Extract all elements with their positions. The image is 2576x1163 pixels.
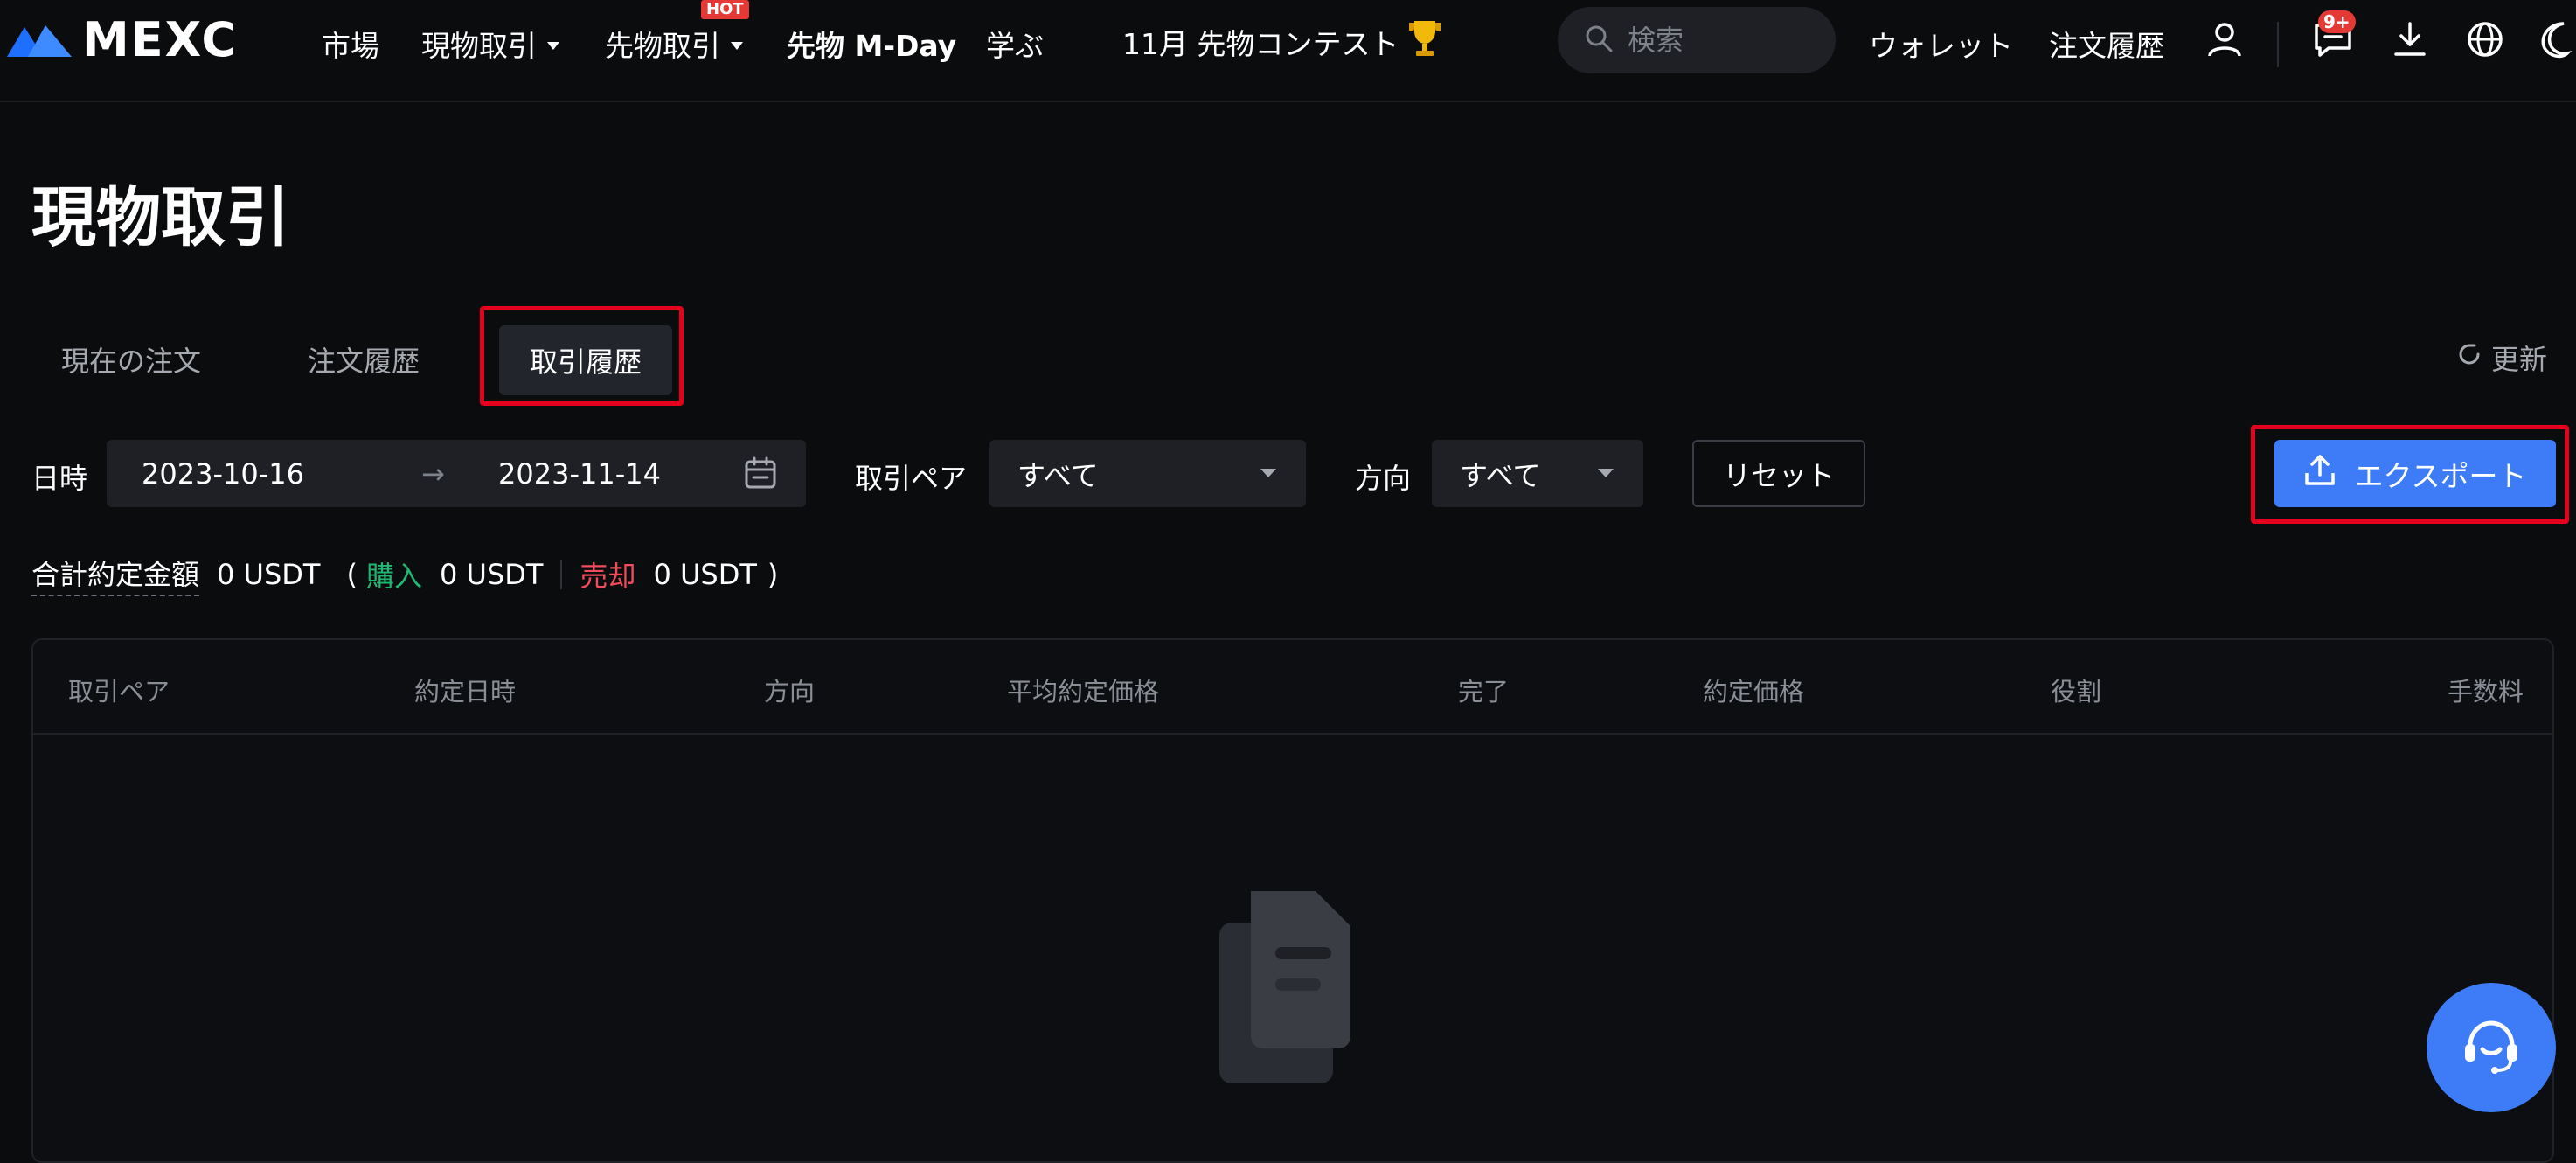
chevron-down-icon: [1598, 469, 1614, 477]
nav-futures-label: 先物取引: [605, 29, 720, 63]
chevron-down-icon: [547, 41, 559, 50]
col-filled: 完了: [1458, 677, 1510, 707]
globe-icon[interactable]: [2463, 17, 2507, 61]
search-icon: [1584, 24, 1614, 57]
brand-name: MEXC: [82, 12, 238, 67]
nav-markets[interactable]: 市場: [322, 23, 379, 65]
summary-sell-label: 売却: [580, 560, 636, 593]
col-price: 約定価格: [1703, 677, 1805, 707]
summary-total: 0 USDT: [217, 558, 321, 591]
date-label: 日時: [31, 462, 88, 495]
table-header: 取引ペア 約定日時 方向 平均約定価格 完了 約定価格 役割 手数料: [33, 640, 2552, 735]
pair-select-value: すべて: [1017, 458, 1099, 492]
hot-badge: HOT: [701, 0, 749, 19]
nav-learn-label: 学ぶ: [986, 29, 1044, 63]
calendar-icon[interactable]: [743, 456, 778, 494]
reset-button[interactable]: リセット: [1692, 440, 1865, 507]
side-label: 方向: [1355, 462, 1412, 495]
order-tabs: 現在の注文 注文履歴 取引履歴: [0, 306, 874, 406]
user-icon[interactable]: [2203, 17, 2246, 61]
summary-divider: [560, 560, 563, 589]
upload-icon: [2303, 454, 2336, 494]
summary-sell-value: 0 USDT: [653, 558, 757, 591]
date-from[interactable]: 2023-10-16: [142, 457, 304, 491]
summary-buy-label: 購入: [365, 560, 422, 593]
nav-spot-label: 現物取引: [421, 29, 537, 63]
brand-logo[interactable]: MEXC: [5, 12, 238, 67]
pair-select[interactable]: すべて: [989, 440, 1306, 507]
date-to[interactable]: 2023-11-14: [498, 457, 661, 491]
export-label: エクスポート: [2354, 458, 2527, 493]
side-select[interactable]: すべて: [1432, 440, 1643, 507]
export-button[interactable]: エクスポート: [2274, 440, 2556, 507]
mexc-logo-icon: [5, 20, 73, 60]
search-input[interactable]: [1626, 23, 1818, 58]
tab-trade-history[interactable]: 取引履歴: [499, 325, 672, 395]
nav-futures[interactable]: 先物取引: [605, 23, 743, 65]
notification-badge: 9+: [2318, 10, 2356, 33]
side-select-value: すべて: [1460, 458, 1541, 492]
headset-icon: [2456, 1011, 2526, 1084]
refresh-icon: [2456, 341, 2482, 374]
col-pair: 取引ペア: [68, 677, 170, 707]
search-box[interactable]: [1558, 7, 1836, 73]
summary-open-paren: (: [346, 558, 358, 591]
tab-current-orders[interactable]: 現在の注文: [61, 339, 201, 380]
customer-support-button[interactable]: [2427, 983, 2556, 1112]
top-nav: MEXC 市場 現物取引 先物取引 HOT 先物 M-Day 学ぶ 11月 先物…: [0, 0, 2576, 102]
nav-contest-label: 11月 先物コンテスト: [1122, 27, 1399, 61]
col-time: 約定日時: [414, 677, 517, 707]
refresh-label: 更新: [2491, 343, 2548, 376]
nav-markets-label: 市場: [322, 29, 379, 63]
nav-mday[interactable]: 先物 M-Day: [787, 23, 956, 65]
tab-order-history[interactable]: 注文履歴: [308, 339, 420, 380]
download-icon[interactable]: [2388, 17, 2432, 61]
summary-close-paren: ): [767, 558, 779, 591]
col-side: 方向: [764, 677, 816, 707]
nav-spot[interactable]: 現物取引: [421, 23, 559, 65]
tab-trade-history-label: 取引履歴: [529, 345, 642, 379]
arrow-right-icon: →: [421, 457, 445, 491]
summary-label[interactable]: 合計約定金額: [31, 553, 200, 596]
nav-wallet[interactable]: ウォレット: [1869, 23, 2013, 65]
col-avg-price: 平均約定価格: [1007, 677, 1160, 707]
empty-document-icon: [1184, 888, 1385, 1092]
nav-mday-label: 先物 M-Day: [787, 29, 957, 63]
col-role: 役割: [2051, 677, 2102, 707]
refresh-button[interactable]: 更新: [2456, 338, 2547, 378]
date-range-picker[interactable]: 2023-10-16 → 2023-11-14: [107, 440, 806, 507]
nav-order-history[interactable]: 注文履歴: [2049, 23, 2164, 65]
trophy-icon: [1407, 19, 1442, 65]
chevron-down-icon: [731, 41, 743, 50]
col-fee: 手数料: [2448, 677, 2524, 707]
page-title: 現物取引: [31, 180, 290, 255]
pair-label: 取引ペア: [855, 462, 968, 495]
nav-divider: [2277, 22, 2279, 67]
nav-learn[interactable]: 学ぶ: [986, 23, 1044, 65]
theme-moon-icon[interactable]: [2535, 17, 2576, 61]
nav-contest[interactable]: 11月 先物コンテスト: [1122, 19, 1442, 65]
summary-buy-value: 0 USDT: [439, 558, 544, 591]
trade-summary: 合計約定金額 0 USDT ( 購入 0 USDT 売却 0 USDT ): [31, 553, 779, 596]
chevron-down-icon: [1260, 469, 1276, 477]
